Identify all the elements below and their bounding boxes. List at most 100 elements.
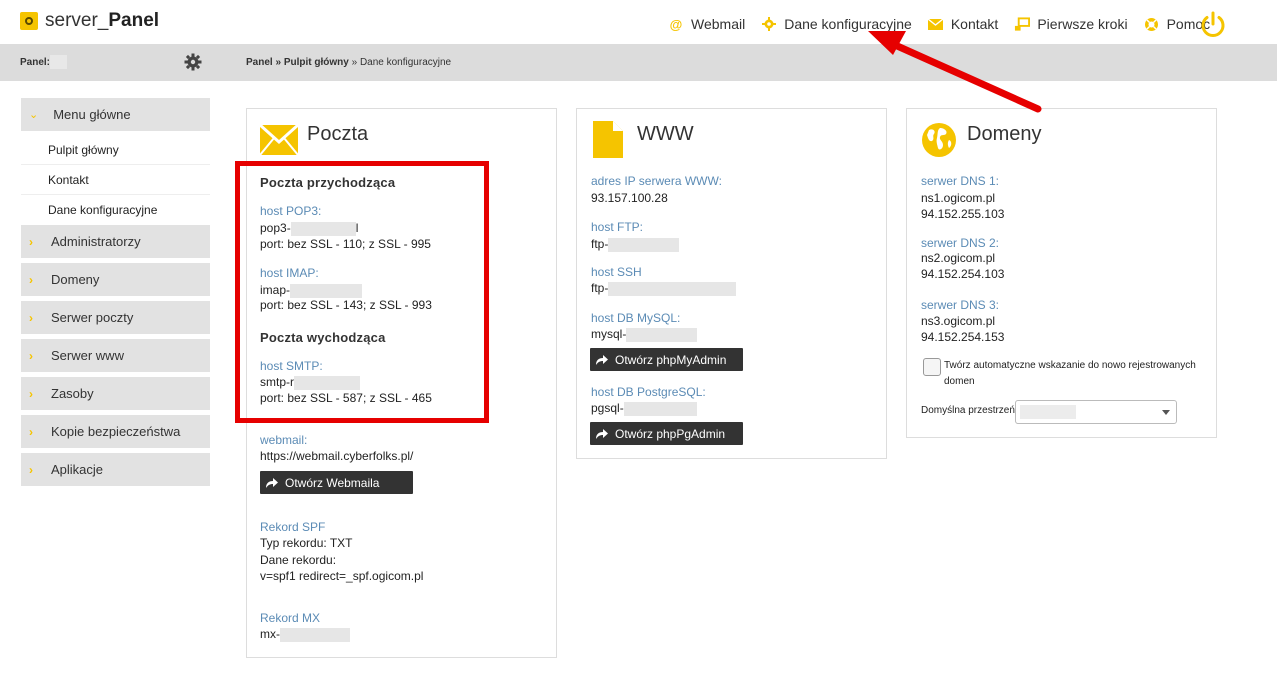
webmail-label: webmail:: [260, 433, 308, 447]
card-poczta-title: Poczta: [307, 123, 369, 145]
nav-pierwsze-kroki[interactable]: Pierwsze kroki: [1014, 16, 1128, 32]
sidebar-item-label: Serwer www: [51, 348, 124, 363]
mx-value: mx-: [260, 627, 350, 642]
breadcrumb-bar: Panel: Panel » Pulpit główny » Dane konf…: [0, 44, 1277, 81]
sidebar-item-label: Serwer poczty: [51, 310, 134, 325]
power-icon[interactable]: [1199, 11, 1227, 39]
open-phppgadmin-button[interactable]: Otwórz phpPgAdmin: [590, 422, 743, 445]
namespace-select[interactable]: [1015, 400, 1177, 424]
open-webmail-label: Otwórz Webmaila: [285, 475, 380, 490]
envelope-icon: [260, 125, 298, 155]
sidebar-item-serwer-poczty[interactable]: › Serwer poczty: [21, 301, 210, 334]
card-domeny-title: Domeny: [967, 123, 1042, 145]
ssh-label: host SSH: [591, 265, 642, 279]
namespace-value-redacted: [1020, 405, 1076, 419]
imap-label: host IMAP:: [260, 266, 319, 280]
pop3-label: host POP3:: [260, 204, 322, 218]
nav-dane-konfiguracyjne[interactable]: Dane konfiguracyjne: [761, 16, 912, 32]
card-www-title: WWW: [637, 123, 694, 145]
nav-kontakt[interactable]: Kontakt: [928, 16, 998, 32]
mysql-value: mysql-: [591, 327, 698, 342]
dns3-host: ns3.ogicom.pl: [921, 314, 996, 328]
auto-dns-label-1: Twórz automatyczne wskazanie do nowo rej…: [944, 360, 1196, 371]
dns1-host: ns1.ogicom.pl: [921, 191, 996, 205]
sidebar-item-serwer-www[interactable]: › Serwer www: [21, 339, 210, 372]
sidebar-item-domeny[interactable]: › Domeny: [21, 263, 210, 296]
open-phpmyadmin-label: Otwórz phpMyAdmin: [615, 352, 727, 367]
dns3-label: serwer DNS 3:: [921, 298, 1000, 312]
share-arrow-icon: [596, 354, 608, 365]
chevron-right-icon: ›: [29, 272, 33, 287]
smtp-label: host SMTP:: [260, 359, 323, 373]
dns2-label: serwer DNS 2:: [921, 236, 1000, 250]
chevron-right-icon: ›: [29, 310, 33, 325]
sidebar-subitem-dane[interactable]: Dane konfiguracyjne: [21, 195, 210, 225]
breadcrumb-current: Dane konfiguracyjne: [359, 57, 452, 68]
mx-label: Rekord MX: [260, 611, 321, 625]
sidebar: ⌄ Menu główne Pulpit główny Kontakt Dane…: [21, 98, 210, 486]
dns1-ip: 94.152.255.103: [921, 207, 1005, 221]
auto-dns-checkbox[interactable]: [923, 358, 941, 376]
spf-type: Typ rekordu: TXT: [260, 536, 353, 550]
spf-label: Rekord SPF: [260, 520, 326, 534]
open-webmail-button[interactable]: Otwórz Webmaila: [260, 471, 413, 494]
sidebar-item-label: Administratorzy: [51, 234, 141, 249]
panel-name-redacted: [50, 55, 67, 69]
sidebar-menu-glowne-label: Menu główne: [53, 107, 131, 122]
spf-data: v=spf1 redirect=_spf.ogicom.pl: [260, 569, 424, 583]
panel-label: Panel:: [20, 57, 51, 68]
logo-icon: [20, 12, 38, 30]
ssh-value: ftp-: [591, 281, 737, 296]
open-phpmyadmin-button[interactable]: Otwórz phpMyAdmin: [590, 348, 743, 371]
sidebar-item-administratorzy[interactable]: › Administratorzy: [21, 225, 210, 258]
smtp-value: smtp-r: [260, 375, 360, 390]
sidebar-menu-glowne[interactable]: ⌄ Menu główne: [21, 98, 210, 131]
sidebar-item-kopie[interactable]: › Kopie bezpieczeństwa: [21, 415, 210, 448]
sidebar-item-label: Kopie bezpieczeństwa: [51, 424, 181, 439]
chevron-right-icon: ›: [29, 234, 33, 249]
chevron-right-icon: ›: [29, 386, 33, 401]
open-phppgadmin-label: Otwórz phpPgAdmin: [615, 426, 726, 441]
nav-webmail[interactable]: @ Webmail: [668, 16, 746, 32]
pg-value: pgsql-: [591, 401, 697, 416]
breadcrumb-pulpit[interactable]: Pulpit główny: [284, 57, 349, 68]
pg-label: host DB PostgreSQL:: [591, 385, 706, 399]
gear-icon: [761, 16, 777, 32]
share-arrow-icon: [596, 428, 608, 439]
imap-value: imap-: [260, 283, 363, 298]
caret-down-icon: [1162, 410, 1170, 415]
sidebar-item-label: Domeny: [51, 272, 100, 287]
ftp-value: ftp-: [591, 237, 680, 252]
sidebar-item-aplikacje[interactable]: › Aplikacje: [21, 453, 210, 486]
sidebar-subitem-kontakt[interactable]: Kontakt: [21, 165, 210, 195]
sidebar-item-zasoby[interactable]: › Zasoby: [21, 377, 210, 410]
globe-icon: [922, 123, 956, 157]
webmail-value: https://webmail.cyberfolks.pl/: [260, 449, 414, 463]
auto-dns-label-2: domen: [944, 376, 975, 387]
breadcrumb-panel[interactable]: Panel: [246, 57, 273, 68]
mysql-label: host DB MySQL:: [591, 311, 681, 325]
pop3-value: pop3- l: [260, 221, 359, 236]
www-ip-value: 93.157.100.28: [591, 191, 668, 205]
lifebuoy-icon: [1144, 16, 1160, 32]
sidebar-subitem-pulpit[interactable]: Pulpit główny: [21, 135, 210, 165]
settings-gear-icon[interactable]: [184, 53, 202, 71]
top-bar: server_Panel @ Webmail Dane konfiguracyj…: [0, 0, 1277, 44]
nav-pierwsze-label: Pierwsze kroki: [1037, 16, 1128, 32]
imap-ports: port: bez SSL - 143; z SSL - 993: [260, 298, 432, 312]
envelope-icon: [928, 16, 944, 32]
dns1-label: serwer DNS 1:: [921, 174, 1000, 188]
breadcrumb: Panel » Pulpit główny » Dane konfiguracy…: [246, 57, 451, 68]
nav-webmail-label: Webmail: [691, 16, 746, 32]
incoming-heading: Poczta przychodząca: [260, 175, 396, 190]
nav-dane-label: Dane konfiguracyjne: [784, 16, 912, 32]
share-arrow-icon: [266, 477, 278, 488]
chevron-right-icon: ›: [29, 348, 33, 363]
dns3-ip: 94.152.254.153: [921, 330, 1005, 344]
logo[interactable]: server_Panel: [20, 10, 159, 32]
at-icon: @: [669, 16, 683, 32]
dns2-ip: 94.152.254.103: [921, 267, 1005, 281]
top-nav: @ Webmail Dane konfiguracyjne Kontakt Pi…: [668, 16, 1226, 32]
document-icon: [593, 121, 623, 158]
chevron-right-icon: ›: [29, 424, 33, 439]
